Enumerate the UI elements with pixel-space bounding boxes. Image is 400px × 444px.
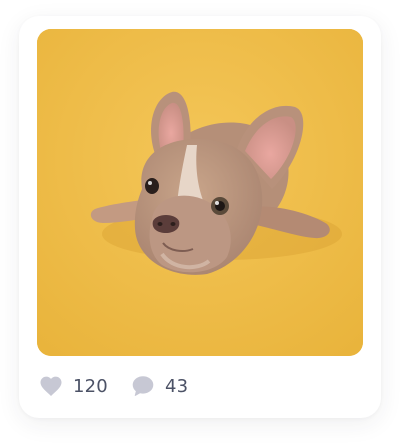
- comment-button[interactable]: 43: [130, 373, 188, 399]
- post-photo[interactable]: [37, 29, 363, 356]
- post-actions: 120 43: [38, 371, 188, 401]
- like-count: 120: [73, 375, 108, 397]
- like-button[interactable]: 120: [38, 373, 108, 399]
- comment-bubble-icon: [130, 373, 156, 399]
- dog-illustration: [37, 29, 363, 356]
- heart-icon: [38, 373, 64, 399]
- comment-count: 43: [164, 375, 189, 397]
